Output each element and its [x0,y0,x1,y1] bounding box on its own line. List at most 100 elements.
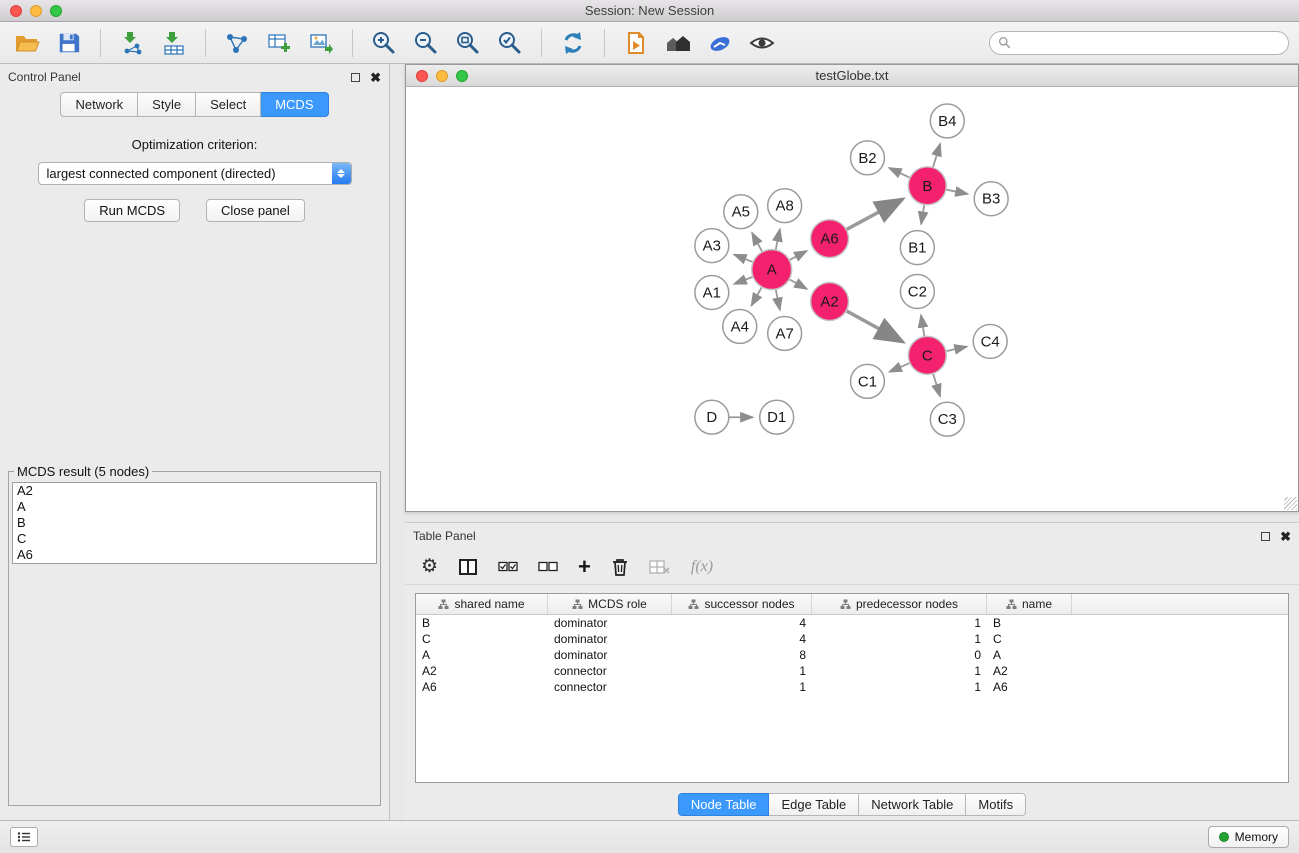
graph-node-A8[interactable]: A8 [768,189,802,223]
table-row[interactable]: A2connector11A2 [416,663,1288,679]
table-settings-button[interactable]: ⚙ [421,555,438,579]
graph-node-C[interactable]: C [908,336,946,374]
graph-node-A4[interactable]: A4 [723,309,757,343]
run-mcds-button[interactable]: Run MCDS [84,199,180,222]
table-cell[interactable]: 1 [812,615,987,631]
tab-select[interactable]: Select [196,92,261,117]
column-header-mcds-role[interactable]: MCDS role [548,594,672,614]
table-cell[interactable]: C [987,631,1072,647]
table-cell[interactable]: A [987,647,1072,663]
mcds-result-item[interactable]: A2 [13,483,376,499]
graph-edge-A-A2[interactable] [789,279,807,289]
graph-node-A3[interactable]: A3 [695,229,729,263]
new-network-button[interactable] [220,27,254,59]
table-cell[interactable]: 1 [812,631,987,647]
table-cell[interactable]: 0 [812,647,987,663]
graph-node-B[interactable]: B [908,167,946,205]
table-cell[interactable]: 1 [672,679,812,695]
graph-edge-A-A5[interactable] [752,233,762,252]
graph-edge-C-C4[interactable] [946,347,967,352]
save-session-button[interactable] [52,27,86,59]
import-network-button[interactable] [115,27,149,59]
graph-node-C4[interactable]: C4 [973,324,1007,358]
table-cell[interactable]: A2 [416,663,548,679]
export-image-button[interactable] [304,27,338,59]
table-row[interactable]: A6connector11A6 [416,679,1288,695]
table-row[interactable]: Bdominator41B [416,615,1288,631]
show-graphics-button[interactable] [745,27,779,59]
table-cell[interactable]: dominator [548,615,672,631]
apply-layout-button[interactable] [556,27,590,59]
first-neighbors-button[interactable] [619,27,653,59]
graph-edge-A2-C[interactable] [846,311,903,342]
graph-edge-A-A7[interactable] [776,289,780,310]
mcds-result-item[interactable]: A6 [13,547,376,563]
table-cell[interactable]: 1 [812,663,987,679]
search-input[interactable] [1015,36,1280,50]
column-header-shared-name[interactable]: shared name [416,594,548,614]
deselect-all-button[interactable] [538,555,558,579]
graph-edge-A-A3[interactable] [734,255,753,263]
table-cell[interactable]: B [987,615,1072,631]
graph-edge-B-B1[interactable] [921,205,924,224]
graph-edge-C-C2[interactable] [921,315,924,336]
search-box[interactable] [989,31,1289,55]
graph-edge-C-C3[interactable] [933,373,940,396]
close-panel-icon[interactable]: ✖ [370,71,381,84]
float-panel-icon[interactable] [351,73,360,82]
graph-node-B3[interactable]: B3 [974,182,1008,216]
open-session-button[interactable] [10,27,44,59]
close-table-panel-icon[interactable]: ✖ [1280,530,1291,543]
graph-node-C1[interactable]: C1 [851,364,885,398]
table-row[interactable]: Cdominator41C [416,631,1288,647]
graph-edge-A-A6[interactable] [789,251,806,260]
graph-node-B4[interactable]: B4 [930,104,964,138]
table-cell[interactable]: B [416,615,548,631]
graph-edge-B-B3[interactable] [946,190,968,194]
float-table-panel-icon[interactable] [1261,532,1270,541]
table-tab-motifs[interactable]: Motifs [966,793,1026,816]
close-panel-button[interactable]: Close panel [206,199,305,222]
table-cell[interactable]: 4 [672,631,812,647]
table-cell[interactable]: C [416,631,548,647]
import-table-button[interactable] [157,27,191,59]
select-all-button[interactable] [498,555,518,579]
table-cell[interactable]: 1 [812,679,987,695]
delete-table-button[interactable] [649,555,671,579]
table-row[interactable]: Adominator80A [416,647,1288,663]
mcds-result-list[interactable]: A2ABCA6 [12,482,377,564]
criterion-select[interactable]: largest connected component (directed) [38,162,352,185]
column-header-predecessor-nodes[interactable]: predecessor nodes [812,594,987,614]
network-canvas[interactable]: B4B2BB3A5A8A6B1A3AA1C2A2A4A7C4CC1C3DD1 [406,87,1298,511]
home-button[interactable] [661,27,695,59]
table-tab-node-table[interactable]: Node Table [678,793,770,816]
new-table-button[interactable] [262,27,296,59]
memory-button[interactable]: Memory [1208,826,1289,848]
graph-edge-B-B4[interactable] [933,144,940,168]
zoom-in-button[interactable] [367,27,401,59]
graph-edge-A-A4[interactable] [751,287,761,306]
apply-style-button[interactable] [703,27,737,59]
panel-menu-button[interactable] [10,827,38,847]
table-cell[interactable]: A6 [987,679,1072,695]
table-cell[interactable]: A2 [987,663,1072,679]
graph-node-A7[interactable]: A7 [768,316,802,350]
show-columns-button[interactable] [458,555,478,579]
zoom-selected-button[interactable] [493,27,527,59]
table-cell[interactable]: connector [548,679,672,695]
table-cell[interactable]: 1 [672,663,812,679]
tab-network[interactable]: Network [60,92,138,117]
column-header-successor-nodes[interactable]: successor nodes [672,594,812,614]
table-cell[interactable]: 4 [672,615,812,631]
add-column-button[interactable]: + [578,555,591,579]
graph-edge-B-B2[interactable] [889,168,910,178]
graph-node-A2[interactable]: A2 [811,283,849,321]
graph-node-A1[interactable]: A1 [695,276,729,310]
mcds-result-item[interactable]: B [13,515,376,531]
delete-column-button[interactable] [611,555,629,579]
graph-node-A5[interactable]: A5 [724,195,758,229]
graph-edge-A-A8[interactable] [776,229,780,250]
tab-style[interactable]: Style [138,92,196,117]
column-header-name[interactable]: name [987,594,1072,614]
network-frame-titlebar[interactable]: testGlobe.txt [406,65,1298,87]
